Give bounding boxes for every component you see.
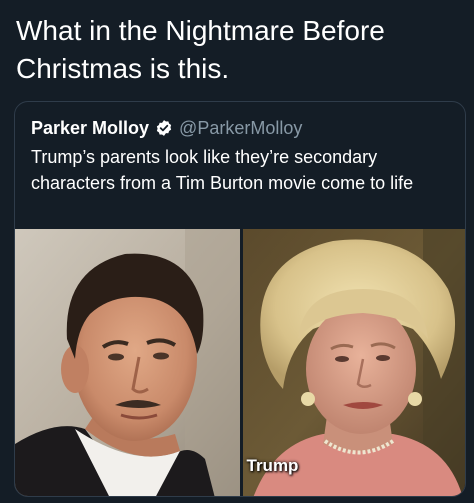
- tweet-text: Trump’s parents look like they’re second…: [31, 147, 414, 193]
- quoted-tweet-card[interactable]: Parker Molloy @ParkerMolloy Trump’s pare…: [14, 101, 466, 497]
- tweet-author[interactable]: Parker Molloy @ParkerMolloy: [31, 116, 302, 140]
- author-name[interactable]: Parker Molloy: [31, 118, 149, 139]
- photo-caption: Trump: [246, 456, 299, 475]
- author-handle[interactable]: @ParkerMolloy: [179, 118, 302, 139]
- tweet-media[interactable]: Trump: [15, 229, 465, 496]
- verified-badge-icon: [155, 119, 173, 137]
- left-photo[interactable]: [15, 229, 240, 496]
- right-photo[interactable]: Trump: [242, 229, 465, 496]
- man-portrait-image: [15, 229, 240, 496]
- meme-headline: What in the Nightmare Before Christmas i…: [16, 15, 385, 84]
